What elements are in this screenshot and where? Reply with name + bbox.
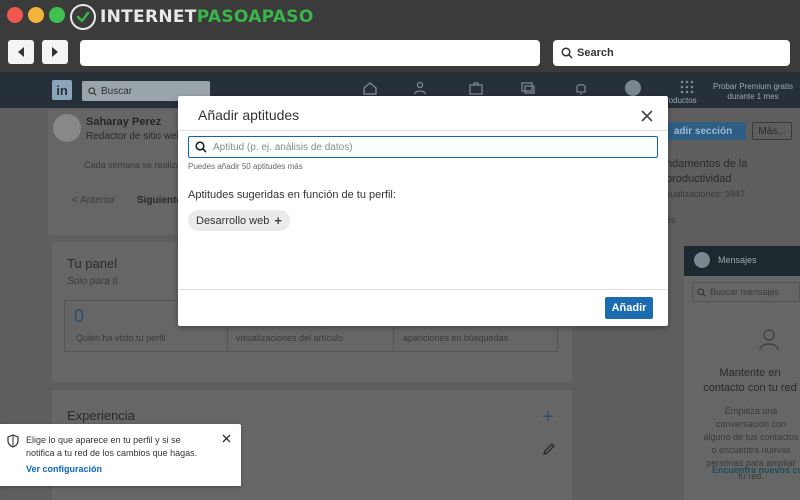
- experience-title: Experiencia: [67, 408, 135, 423]
- skill-chip-desarrollo-web[interactable]: Desarrollo web +: [188, 210, 290, 231]
- close-icon[interactable]: [640, 109, 654, 123]
- skill-search-field[interactable]: [188, 136, 658, 158]
- messaging-icon[interactable]: [520, 81, 536, 95]
- panel-title: Tu panel: [67, 256, 118, 271]
- brand-check-icon: [70, 4, 96, 30]
- skill-input[interactable]: [213, 141, 653, 153]
- modal-divider: [178, 130, 668, 131]
- network-link[interactable]: Encuentra nuevos contactos: [712, 465, 800, 475]
- profile-name: Saharay Perez: [86, 116, 162, 128]
- panel-stat-search-appearances[interactable]: apariciones en búsquedas: [403, 333, 508, 343]
- linkedin-search-placeholder: Buscar: [101, 85, 133, 97]
- add-experience-icon[interactable]: +: [542, 406, 554, 429]
- pencil-icon[interactable]: [542, 442, 556, 456]
- minimize-window-button[interactable]: [28, 7, 44, 23]
- modal-title: Añadir aptitudes: [198, 107, 300, 123]
- arrow-left-icon: [18, 47, 24, 57]
- next-link[interactable]: Siguiente: [137, 195, 182, 206]
- more-button[interactable]: Más...: [752, 122, 792, 140]
- messages-search[interactable]: Buscar mensajes: [692, 282, 800, 302]
- panel-subtitle: Solo para ti: [67, 276, 118, 287]
- messages-title: Mensajes: [718, 255, 757, 265]
- brand-prefix: INTERNET: [100, 7, 197, 27]
- close-window-button[interactable]: [7, 7, 23, 23]
- settings-link[interactable]: Ver configuración: [26, 464, 102, 474]
- brand-accent: PASOAPASO: [196, 7, 314, 27]
- prev-link[interactable]: < Anterior: [72, 195, 115, 206]
- network-title: Mantente en contacto con tu red: [703, 367, 797, 394]
- me-avatar[interactable]: [625, 80, 641, 96]
- notifications-icon[interactable]: [573, 81, 589, 95]
- maximize-window-button[interactable]: [49, 7, 65, 23]
- browser-toolbar: Search: [0, 34, 800, 72]
- premium-link[interactable]: Probar Premium gratis durante 1 mes: [712, 82, 794, 102]
- home-icon[interactable]: [362, 81, 378, 95]
- messages-search-placeholder: Buscar mensajes: [710, 287, 780, 297]
- search-icon: [195, 141, 207, 153]
- avatar: [53, 114, 81, 142]
- browser-titlebar: INTERNETPASOAPASO: [0, 0, 800, 34]
- contact-icon: [759, 329, 779, 351]
- browser-search-label: Search: [577, 47, 614, 59]
- brand-logo: INTERNETPASOAPASO: [70, 3, 314, 31]
- network-icon[interactable]: [414, 81, 430, 95]
- add-section-button[interactable]: adir sección: [660, 122, 746, 140]
- add-button[interactable]: Añadir: [605, 297, 653, 319]
- profile-role: Redactor de sitio web: [86, 131, 183, 142]
- forward-button[interactable]: [42, 40, 68, 64]
- search-icon: [88, 86, 97, 96]
- brand-text: INTERNETPASOAPASO: [100, 7, 314, 27]
- weekly-text: Cada semana se realiza: [84, 160, 182, 170]
- messages-avatar: [694, 252, 710, 268]
- shield-icon: [7, 434, 19, 448]
- jobs-icon[interactable]: [468, 81, 484, 95]
- modal-footer-divider: [178, 289, 668, 290]
- linkedin-logo[interactable]: in: [52, 80, 72, 100]
- search-icon: [697, 287, 706, 297]
- profile-visibility-toast: Elige lo que aparece en tu perfil y si s…: [0, 424, 241, 486]
- search-icon: [561, 47, 573, 59]
- panel-stat-article-views[interactable]: visualizaciones del artículo: [236, 333, 343, 343]
- panel-stat-profile-views[interactable]: Quién ha visto tu perfil: [76, 333, 166, 343]
- suggested-skills-label: Aptitudes sugeridas en función de tu per…: [188, 189, 396, 201]
- close-icon[interactable]: [222, 434, 231, 443]
- add-skills-modal: Añadir aptitudes Puedes añadir 50 aptitu…: [178, 96, 668, 326]
- skill-chip-label: Desarrollo web: [196, 214, 270, 227]
- article-title[interactable]: ndamentos de la productividad: [666, 157, 786, 187]
- arrow-right-icon: [52, 47, 58, 57]
- address-bar[interactable]: [80, 40, 540, 66]
- products-label[interactable]: roductos: [666, 96, 697, 105]
- panel-value: 0: [74, 306, 85, 326]
- toast-text: Elige lo que aparece en tu perfil y si s…: [26, 435, 198, 458]
- browser-search-box[interactable]: Search: [553, 40, 790, 66]
- back-button[interactable]: [8, 40, 34, 64]
- skill-hint: Puedes añadir 50 aptitudes más: [188, 162, 303, 171]
- plus-icon: +: [274, 213, 282, 228]
- grid-icon[interactable]: [679, 80, 695, 94]
- article-views: sualizaciones: 9947: [666, 189, 746, 199]
